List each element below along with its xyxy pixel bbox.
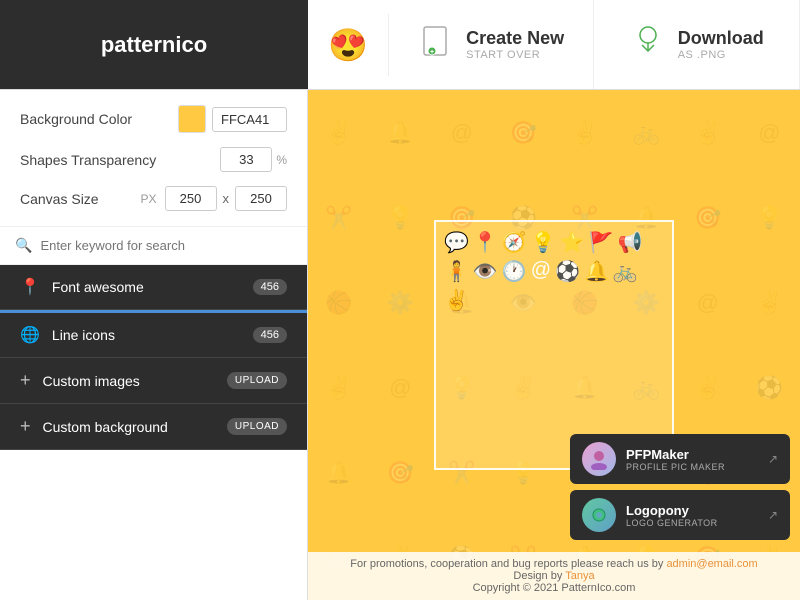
category-font-awesome[interactable]: 📍 Font awesome 456 bbox=[0, 265, 307, 310]
download-subtitle: AS .PNG bbox=[678, 49, 764, 61]
download-icon bbox=[630, 23, 666, 66]
app-name: patternico bbox=[101, 32, 207, 58]
footer-promo: For promotions, cooperation and bug repo… bbox=[323, 558, 785, 570]
pfpmaker-subtitle: PROFILE PIC MAKER bbox=[626, 462, 725, 472]
pfpmaker-external-icon: ↗ bbox=[768, 452, 778, 466]
icon-compass: 🧭 bbox=[502, 230, 527, 255]
font-awesome-icon: 📍 bbox=[20, 277, 40, 297]
shapes-transparency-input[interactable] bbox=[220, 147, 272, 172]
svg-text:+: + bbox=[430, 49, 434, 56]
icon-megaphone: 📢 bbox=[617, 230, 642, 255]
create-new-button[interactable]: + Create New START OVER bbox=[389, 0, 595, 89]
search-container: 🔍 bbox=[0, 227, 307, 265]
custom-images-plus-icon: + bbox=[20, 370, 31, 391]
canvas-footer: For promotions, cooperation and bug repo… bbox=[308, 552, 800, 600]
color-swatch[interactable] bbox=[178, 105, 206, 133]
canvas-x-label: x bbox=[223, 191, 230, 206]
background-color-row: Background Color bbox=[20, 105, 287, 133]
icon-peace: ✌️ bbox=[444, 288, 469, 313]
canvas-icons: 💬 📍 🧭 💡 ⭐ 🚩 📢 🧍 👁️ 🕐 @ ⚽ 🔔 🚲 ✌️ bbox=[436, 222, 672, 468]
canvas-area: ✌️🔔@🎯✌️🚲✌️@ ✂️💡🎯⚽✂️🔔🎯💡 🏀⚙️🔔👁️🏀⚙️@✌️ ✌️@💡… bbox=[308, 90, 800, 600]
font-awesome-count: 456 bbox=[253, 279, 287, 295]
background-color-label: Background Color bbox=[20, 111, 178, 127]
icon-funnel: 📍 bbox=[473, 230, 498, 255]
logopony-text: Logopony LOGO GENERATOR bbox=[626, 503, 718, 528]
icon-speech: 💬 bbox=[444, 230, 469, 255]
icon-flag: 🚩 bbox=[589, 230, 614, 255]
download-button[interactable]: Download AS .PNG bbox=[594, 0, 800, 89]
logopony-panel[interactable]: Logopony LOGO GENERATOR ↗ bbox=[570, 490, 790, 540]
line-icons-icon: 🌐 bbox=[20, 325, 40, 345]
transparency-unit: % bbox=[276, 153, 287, 167]
download-text: Download AS .PNG bbox=[678, 28, 764, 61]
search-input[interactable] bbox=[40, 238, 292, 253]
canvas-size-label: Canvas Size bbox=[20, 191, 140, 207]
footer-email-link[interactable]: admin@email.com bbox=[666, 558, 757, 570]
shapes-transparency-label: Shapes Transparency bbox=[20, 152, 220, 168]
logopony-external-icon: ↗ bbox=[768, 508, 778, 522]
icon-bulb: 💡 bbox=[531, 230, 556, 255]
custom-images-label: Custom images bbox=[43, 373, 215, 389]
footer-copyright: Copyright © 2021 PatternIco.com bbox=[323, 582, 785, 594]
canvas-height-input[interactable] bbox=[235, 186, 287, 211]
canvas-width-input[interactable] bbox=[165, 186, 217, 211]
main-layout: Background Color Shapes Transparency % C… bbox=[0, 90, 800, 600]
emoji-section: 😍 bbox=[308, 14, 389, 76]
custom-background-upload-badge: UPLOAD bbox=[227, 418, 287, 435]
footer-promo-text: For promotions, cooperation and bug repo… bbox=[350, 558, 666, 570]
search-icon: 🔍 bbox=[15, 237, 32, 254]
background-color-input[interactable] bbox=[212, 107, 287, 132]
custom-background-plus-icon: + bbox=[20, 416, 31, 437]
custom-images-upload-badge: UPLOAD bbox=[227, 372, 287, 389]
shapes-transparency-row: Shapes Transparency % bbox=[20, 147, 287, 172]
create-new-title: Create New bbox=[466, 28, 564, 49]
pfpmaker-text: PFPMaker PROFILE PIC MAKER bbox=[626, 447, 725, 472]
font-awesome-label: Font awesome bbox=[52, 279, 241, 295]
app-logo: patternico bbox=[0, 0, 308, 89]
icon-at: @ bbox=[531, 259, 551, 284]
canvas-size-row: Canvas Size PX x bbox=[20, 186, 287, 211]
icon-soccer: ⚽ bbox=[555, 259, 580, 284]
icon-bicycle: 🚲 bbox=[613, 259, 638, 284]
pfpmaker-title: PFPMaker bbox=[626, 447, 725, 462]
logopony-avatar bbox=[582, 498, 616, 532]
footer-author-link[interactable]: Tanya bbox=[565, 570, 594, 582]
custom-background-label: Custom background bbox=[43, 419, 215, 435]
canvas-px-label: PX bbox=[140, 192, 156, 206]
create-new-subtitle: START OVER bbox=[466, 49, 564, 61]
logopony-title: Logopony bbox=[626, 503, 718, 518]
icon-star: ⭐ bbox=[560, 230, 585, 255]
white-canvas: 💬 📍 🧭 💡 ⭐ 🚩 📢 🧍 👁️ 🕐 @ ⚽ 🔔 🚲 ✌️ bbox=[434, 220, 674, 470]
header-emoji-icon: 😍 bbox=[328, 26, 368, 64]
pfpmaker-panel[interactable]: PFPMaker PROFILE PIC MAKER ↗ bbox=[570, 434, 790, 484]
icon-person: 🧍 bbox=[444, 259, 469, 284]
create-new-text: Create New START OVER bbox=[466, 28, 564, 61]
footer-design: Design by Tanya bbox=[323, 570, 785, 582]
sidebar-controls: Background Color Shapes Transparency % C… bbox=[0, 90, 307, 227]
icon-clock: 🕐 bbox=[502, 259, 527, 284]
custom-images-item[interactable]: + Custom images UPLOAD bbox=[0, 358, 307, 404]
pfpmaker-avatar bbox=[582, 442, 616, 476]
header: patternico 😍 + Create New START OVER bbox=[0, 0, 800, 90]
category-line-icons[interactable]: 🌐 Line icons 456 bbox=[0, 313, 307, 358]
icon-bell: 🔔 bbox=[584, 259, 609, 284]
logopony-subtitle: LOGO GENERATOR bbox=[626, 518, 718, 528]
header-actions: 😍 + Create New START OVER bbox=[308, 0, 800, 89]
line-icons-label: Line icons bbox=[52, 327, 241, 343]
footer-design-by: Design by bbox=[513, 570, 565, 582]
sidebar: Background Color Shapes Transparency % C… bbox=[0, 90, 308, 600]
create-new-icon: + bbox=[418, 23, 454, 66]
download-title: Download bbox=[678, 28, 764, 49]
line-icons-count: 456 bbox=[253, 327, 287, 343]
icon-eye: 👁️ bbox=[473, 259, 498, 284]
floating-panels: PFPMaker PROFILE PIC MAKER ↗ Logopony LO… bbox=[570, 434, 790, 540]
custom-background-item[interactable]: + Custom background UPLOAD bbox=[0, 404, 307, 450]
